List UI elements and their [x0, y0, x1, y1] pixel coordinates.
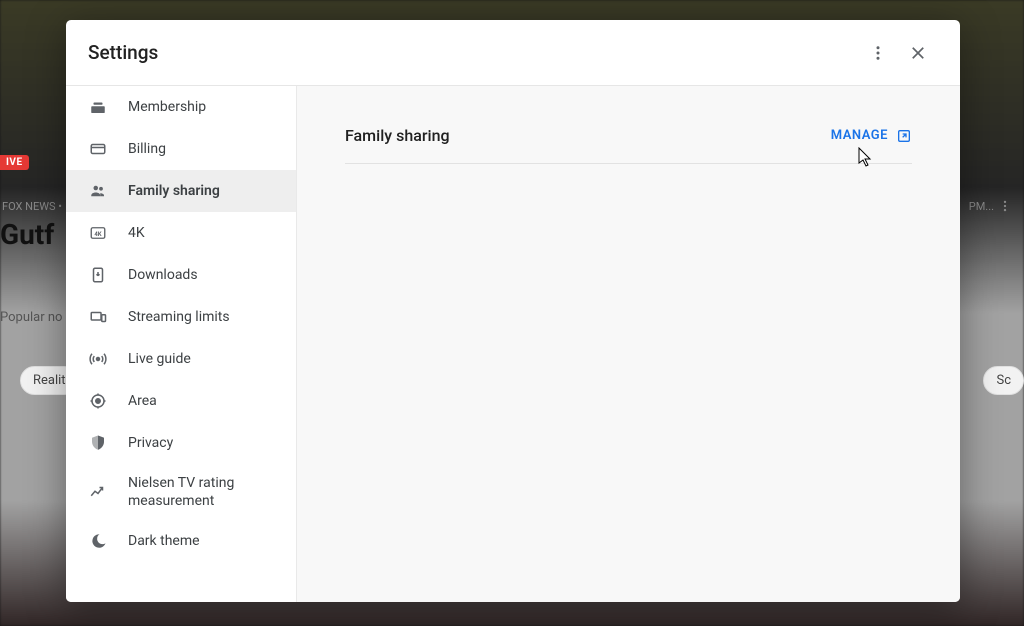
show-title: Gutf [0, 218, 54, 251]
download-icon [88, 265, 108, 285]
nav-item-streaming-limits[interactable]: Streaming limits [66, 296, 296, 338]
devices-icon [88, 307, 108, 327]
nav-label: Privacy [128, 434, 173, 452]
location-icon [88, 391, 108, 411]
nav-item-live-guide[interactable]: Live guide [66, 338, 296, 380]
nav-label: Dark theme [128, 532, 200, 550]
filter-chip[interactable]: Sc [983, 366, 1024, 395]
close-button[interactable] [898, 33, 938, 73]
nav-item-downloads[interactable]: Downloads [66, 254, 296, 296]
nav-item-area[interactable]: Area [66, 380, 296, 422]
live-badge: IVE [0, 155, 29, 170]
nav-item-membership[interactable]: Membership [66, 86, 296, 128]
more-icon[interactable] [998, 198, 1012, 217]
nav-label: Membership [128, 98, 206, 116]
more-options-button[interactable] [858, 33, 898, 73]
nav-item-family-sharing[interactable]: Family sharing [66, 170, 296, 212]
manage-link[interactable]: MANAGE [831, 128, 912, 144]
kebab-icon [869, 44, 887, 62]
nav-label: Nielsen TV rating measurement [128, 474, 274, 510]
moon-icon [88, 531, 108, 551]
modal-title: Settings [88, 41, 858, 64]
svg-text:4K: 4K [94, 231, 101, 238]
settings-sidebar: Membership Billing Family sharing 4K 4K [66, 86, 297, 602]
credit-card-icon [88, 139, 108, 159]
close-icon [909, 44, 927, 62]
nav-label: 4K [128, 224, 145, 242]
broadcast-icon [88, 349, 108, 369]
trending-icon [88, 482, 108, 502]
open-external-icon [896, 128, 912, 144]
nav-item-nielsen[interactable]: Nielsen TV rating measurement [66, 464, 296, 520]
nav-label: Downloads [128, 266, 198, 284]
modal-body: Membership Billing Family sharing 4K 4K [66, 86, 960, 602]
nav-label: Family sharing [128, 182, 220, 200]
popular-label: Popular no [0, 310, 62, 325]
nav-item-dark-theme[interactable]: Dark theme [66, 520, 296, 562]
channel-line: FOX NEWS • [2, 200, 62, 213]
nav-item-4k[interactable]: 4K 4K [66, 212, 296, 254]
nav-label: Live guide [128, 350, 191, 368]
time-label: PM... [969, 200, 994, 213]
settings-content: Family sharing MANAGE [297, 86, 960, 602]
nav-item-privacy[interactable]: Privacy [66, 422, 296, 464]
nav-label: Billing [128, 140, 166, 158]
modal-header: Settings [66, 20, 960, 86]
shield-icon [88, 433, 108, 453]
section-title: Family sharing [345, 126, 450, 145]
people-icon [88, 181, 108, 201]
manage-label: MANAGE [831, 128, 888, 143]
membership-icon [88, 97, 108, 117]
settings-modal: Settings Membership Billing [66, 20, 960, 602]
nav-label: Streaming limits [128, 308, 230, 326]
family-sharing-section: Family sharing MANAGE [345, 126, 912, 164]
4k-icon: 4K [88, 223, 108, 243]
nav-item-billing[interactable]: Billing [66, 128, 296, 170]
nav-label: Area [128, 392, 157, 410]
